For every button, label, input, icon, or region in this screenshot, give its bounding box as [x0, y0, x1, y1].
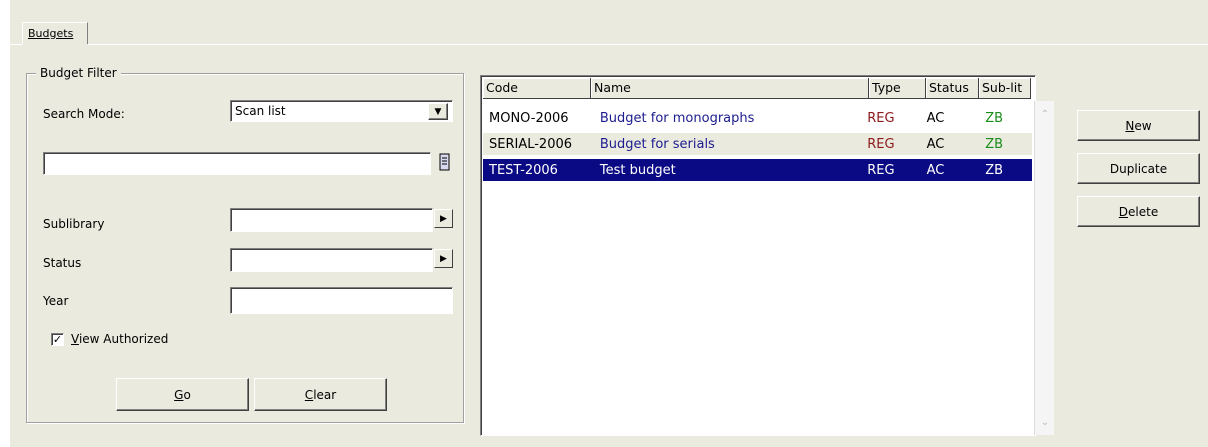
column-header-name[interactable]: Name — [591, 78, 869, 99]
clear-button-label: Clear — [304, 387, 337, 402]
sublibrary-field[interactable] — [230, 208, 433, 232]
cell-code: MONO-2006 — [489, 110, 569, 126]
chevron-down-icon[interactable]: ▼ — [428, 103, 448, 120]
column-header-code[interactable]: Code — [483, 78, 591, 99]
search-mode-value: Scan list — [235, 104, 286, 118]
list-picker-icon[interactable] — [434, 152, 456, 174]
list-header: Code Name Type Status Sub-lit — [483, 78, 1031, 99]
cell-status: AC — [926, 162, 945, 178]
vertical-scrollbar[interactable]: ⌃ ⌄ — [1034, 101, 1054, 435]
duplicate-button-label: Duplicate — [1109, 161, 1168, 176]
table-row-selected[interactable]: TEST-2006 Test budget REG AC ZB — [483, 159, 1032, 181]
year-field[interactable] — [230, 287, 453, 314]
new-button-label: New — [1125, 118, 1152, 133]
go-button-label: Go — [174, 387, 191, 402]
tab-divider — [88, 44, 1208, 45]
go-button[interactable]: Go — [116, 378, 249, 411]
delete-button-label: Delete — [1118, 204, 1159, 219]
column-header-type[interactable]: Type — [869, 78, 926, 99]
cell-status: AC — [926, 136, 945, 152]
tab-budgets[interactable]: Budgets — [22, 22, 88, 44]
chevron-right-icon[interactable]: ▶ — [434, 209, 453, 228]
search-text-field[interactable] — [43, 152, 431, 175]
cell-type: REG — [867, 162, 895, 178]
cell-code: SERIAL-2006 — [489, 136, 573, 152]
column-header-status[interactable]: Status — [926, 78, 979, 99]
budget-list[interactable] — [480, 75, 1036, 436]
cell-status: AC — [926, 110, 945, 126]
search-mode-select[interactable]: Scan list — [230, 100, 453, 122]
cell-type: REG — [867, 136, 895, 152]
scroll-down-icon[interactable]: ⌄ — [1035, 417, 1055, 428]
view-authorized-checkbox[interactable]: ✓ — [51, 333, 64, 346]
tab-divider — [10, 44, 22, 45]
table-row[interactable]: SERIAL-2006 Budget for serials REG AC ZB — [483, 133, 1032, 155]
chevron-right-icon[interactable]: ▶ — [434, 249, 453, 268]
cell-name: Test budget — [599, 162, 676, 178]
sublibrary-label: Sublibrary — [43, 217, 105, 231]
year-label: Year — [43, 294, 69, 308]
search-mode-label: Search Mode: — [43, 107, 125, 121]
status-label: Status — [43, 256, 82, 270]
table-row[interactable]: MONO-2006 Budget for monographs REG AC Z… — [483, 107, 1032, 129]
duplicate-button[interactable]: Duplicate — [1077, 153, 1200, 184]
cell-sublibrary: ZB — [985, 136, 1004, 152]
scroll-up-icon[interactable]: ⌃ — [1035, 109, 1055, 120]
delete-button[interactable]: Delete — [1077, 196, 1200, 227]
cell-type: REG — [867, 110, 895, 126]
status-field[interactable] — [230, 248, 433, 272]
cell-sublibrary: ZB — [985, 162, 1004, 178]
clear-button[interactable]: Clear — [254, 378, 387, 411]
view-authorized-label: View Authorized — [71, 332, 169, 346]
list-picker-glyph — [439, 153, 450, 171]
cell-name: Budget for serials — [599, 136, 715, 152]
budget-filter-title: Budget Filter — [36, 66, 121, 80]
column-header-sublibrary[interactable]: Sub-lit — [979, 78, 1031, 99]
new-button[interactable]: New — [1077, 110, 1200, 141]
cell-code: TEST-2006 — [489, 162, 558, 178]
cell-sublibrary: ZB — [985, 110, 1004, 126]
cell-name: Budget for monographs — [599, 110, 755, 126]
